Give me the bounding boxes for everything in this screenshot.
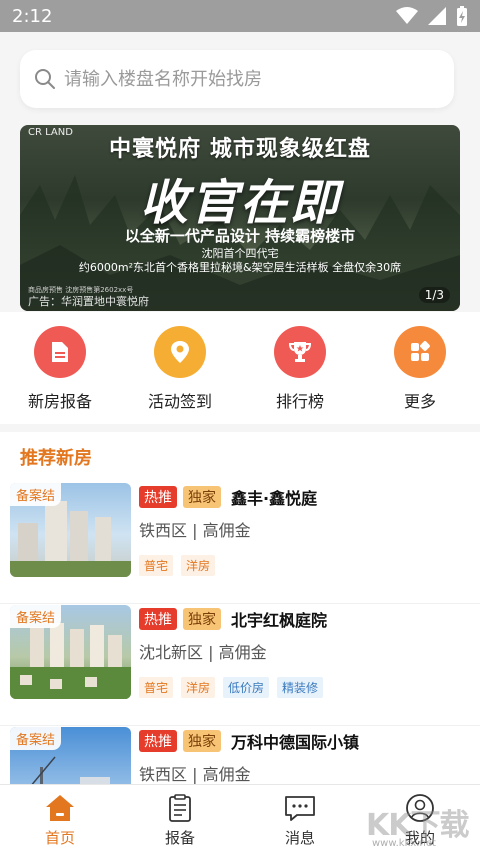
- house-badge: 备案结: [10, 727, 62, 750]
- quick-label: 活动签到: [147, 392, 212, 411]
- quick-label: 排行榜: [275, 392, 324, 411]
- hot-tag: 热推: [139, 608, 177, 630]
- house-card[interactable]: 备案结 热推 独家 万科中德国际小镇 铁西区 | 高佣金: [0, 726, 480, 784]
- status-icons: [396, 6, 468, 26]
- clipboard-icon: [169, 794, 191, 822]
- house-photo: 备案结: [10, 727, 131, 784]
- chat-icon: [285, 796, 315, 821]
- house-district: 沈北新区: [139, 643, 204, 662]
- house-tag: 普宅: [139, 555, 174, 576]
- tab-label: 报备: [164, 829, 195, 847]
- house-district: 铁西区: [139, 765, 188, 784]
- house-name: 鑫丰·鑫悦庭: [231, 489, 318, 508]
- banner-page-indicator: 1/3: [418, 287, 450, 303]
- quick-checkin[interactable]: 活动签到: [132, 326, 228, 412]
- banner-line-3: 约6000m²东北首个香格里拉秘境&架空层生活样板 全盘仅余30席: [78, 261, 402, 274]
- house-info: 热推 独家 北宇红枫庭院 沈北新区 | 高佣金 普宅 洋房 低价房 精装修: [139, 605, 480, 725]
- house-name: 北宇红枫庭院: [231, 611, 328, 630]
- tab-label: 消息: [284, 829, 315, 847]
- house-location: 铁西区 | 高佣金: [139, 517, 480, 541]
- search-icon: [35, 69, 55, 89]
- recommend-section: 推荐新房 备案结 热推 独家 鑫丰·鑫悦庭 铁西区 | 高佣金 普宅 洋房 备案…: [0, 432, 480, 784]
- tab-report[interactable]: 报备: [120, 785, 240, 853]
- house-district: 铁西区: [139, 521, 188, 540]
- tab-label: 首页: [44, 829, 75, 847]
- banner-ad-label: 广告：华润置地中寰悦府: [28, 295, 149, 308]
- status-time: 2:12: [12, 5, 53, 27]
- house-photo: 备案结: [10, 483, 131, 577]
- house-location: 铁西区 | 高佣金: [139, 761, 480, 784]
- exclusive-tag: 独家: [183, 730, 221, 752]
- exclusive-tag: 独家: [183, 486, 221, 508]
- banner-subtitle: 以全新一代产品设计 持续霸榜楼市: [124, 227, 356, 245]
- house-commission: | 高佣金: [208, 643, 267, 662]
- house-tag: 普宅: [139, 677, 174, 698]
- ad-banner[interactable]: CR LAND 中寰悦府 城市现象级红盘 收官在即 以全新一代产品设计 持续霸榜…: [20, 125, 460, 311]
- status-bar: 2:12: [0, 0, 480, 32]
- house-tags: 普宅 洋房 低价房 精装修: [139, 677, 480, 698]
- quick-new-house-report[interactable]: 新房报备: [12, 326, 108, 412]
- quick-more[interactable]: 更多: [372, 326, 468, 412]
- house-tag: 洋房: [181, 555, 216, 576]
- house-badge: 备案结: [10, 605, 62, 628]
- house-location: 沈北新区 | 高佣金: [139, 639, 480, 663]
- user-icon: [406, 794, 434, 822]
- battery-icon: [457, 6, 467, 26]
- banner-title: 中寰悦府 城市现象级红盘: [109, 137, 371, 162]
- house-card[interactable]: 备案结 热推 独家 鑫丰·鑫悦庭 铁西区 | 高佣金 普宅 洋房: [0, 482, 480, 604]
- wifi-icon: [396, 7, 418, 24]
- quick-actions: 新房报备 活动签到 排行榜 更多: [0, 312, 480, 424]
- house-info: 热推 独家 鑫丰·鑫悦庭 铁西区 | 高佣金 普宅 洋房: [139, 483, 480, 603]
- house-tag: 低价房: [223, 677, 270, 698]
- home-icon: [46, 795, 74, 821]
- house-info: 热推 独家 万科中德国际小镇 铁西区 | 高佣金: [139, 727, 480, 784]
- banner-slogan: 收官在即: [139, 175, 340, 231]
- house-name: 万科中德国际小镇: [231, 733, 360, 752]
- tab-home[interactable]: 首页: [0, 785, 120, 853]
- quick-label: 更多: [403, 392, 436, 411]
- exclusive-tag: 独家: [183, 608, 221, 630]
- house-commission: | 高佣金: [192, 521, 251, 540]
- tab-messages[interactable]: 消息: [240, 785, 360, 853]
- hot-tag: 热推: [139, 486, 177, 508]
- search-input[interactable]: [64, 68, 454, 90]
- grid-icon: [394, 326, 446, 378]
- search-box[interactable]: [20, 50, 454, 108]
- house-commission: | 高佣金: [192, 765, 251, 784]
- quick-ranking[interactable]: 排行榜: [252, 326, 348, 412]
- trophy-icon: [274, 326, 326, 378]
- file-icon: [34, 326, 86, 378]
- house-card[interactable]: 备案结 热推 独家 北宇红枫庭院 沈北新区 | 高佣金 普宅 洋房 低价房 精装…: [0, 604, 480, 726]
- house-list: 备案结 热推 独家 鑫丰·鑫悦庭 铁西区 | 高佣金 普宅 洋房 备案结 热推 …: [0, 482, 480, 784]
- house-photo: 备案结: [10, 605, 131, 699]
- house-tag: 精装修: [277, 677, 324, 698]
- house-badge: 备案结: [10, 483, 62, 506]
- signal-icon: [428, 7, 446, 25]
- search-section: [0, 32, 480, 122]
- section-title: 推荐新房: [20, 448, 92, 469]
- tab-profile[interactable]: 我的: [360, 785, 480, 853]
- location-pin-icon: [154, 326, 206, 378]
- tab-label: 我的: [404, 829, 435, 847]
- house-tag: 洋房: [181, 677, 216, 698]
- quick-label: 新房报备: [27, 392, 92, 411]
- house-tags: 普宅 洋房: [139, 555, 480, 576]
- hot-tag: 热推: [139, 730, 177, 752]
- bottom-tab-bar: 首页 报备 消息 我的: [0, 784, 480, 853]
